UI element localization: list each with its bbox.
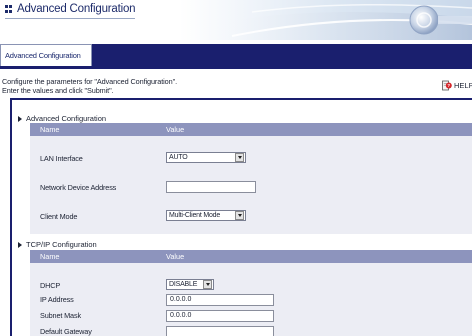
chevron-down-icon[interactable] (235, 153, 244, 162)
help-icon: ? (442, 80, 452, 91)
tab-advanced-configuration[interactable]: Advanced Configuration (0, 44, 92, 66)
page-description: Configure the parameters for "Advanced C… (2, 77, 302, 95)
column-name-header: Name (40, 252, 60, 261)
dhcp-label: DHCP (40, 281, 61, 290)
client-mode-select[interactable]: Multi-Client Mode (166, 210, 246, 221)
table-row: DHCP DISABLE (30, 279, 472, 292)
advanced-section-title: Advanced Configuration (18, 114, 106, 123)
client-mode-label: Client Mode (40, 212, 78, 221)
dhcp-select[interactable]: DISABLE (166, 279, 214, 290)
lan-interface-label: LAN Interface (40, 154, 83, 163)
table-row: Client Mode Multi-Client Mode (30, 210, 472, 224)
tcpip-config-table: Name Value DHCP DISABLE IP Address 0.0.0… (30, 250, 472, 336)
grid-icon (5, 5, 13, 13)
column-name-header: Name (40, 125, 60, 134)
svg-text:?: ? (447, 83, 450, 88)
column-value-header: Value (166, 252, 185, 261)
lan-interface-select[interactable]: AUTO (166, 152, 246, 163)
table-row: Default Gateway (30, 326, 472, 336)
table-header: Name Value (30, 250, 472, 263)
table-row: Subnet Mask 0.0.0.0 (30, 310, 472, 323)
help-button[interactable]: ? HELP (442, 80, 472, 91)
subnet-mask-input[interactable]: 0.0.0.0 (166, 310, 274, 322)
network-device-address-label: Network Device Address (40, 183, 117, 192)
table-row: IP Address 0.0.0.0 (30, 294, 472, 307)
triangle-right-icon (18, 241, 22, 248)
tcpip-section-title: TCP/IP Configuration (18, 240, 97, 249)
default-gateway-label: Default Gateway (40, 327, 92, 336)
table-row: LAN Interface AUTO (30, 152, 472, 166)
advanced-config-table: Name Value LAN Interface AUTO Network De… (30, 123, 472, 234)
table-body: DHCP DISABLE IP Address 0.0.0.0 Subnet M… (30, 263, 472, 336)
table-header: Name Value (30, 123, 472, 136)
tab-underline (0, 66, 472, 69)
ip-address-input[interactable]: 0.0.0.0 (166, 294, 274, 306)
description-line-2: Enter the values and click "Submit". (2, 85, 114, 95)
network-device-address-input[interactable] (166, 181, 256, 193)
table-row: Network Device Address (30, 181, 472, 195)
triangle-right-icon (18, 115, 22, 122)
column-value-header: Value (166, 125, 185, 134)
default-gateway-input[interactable] (166, 326, 274, 336)
chevron-down-icon[interactable] (203, 280, 212, 289)
subnet-mask-label: Subnet Mask (40, 311, 81, 320)
top-banner: Advanced Configuration (0, 0, 472, 40)
title-underline (5, 18, 135, 19)
ip-address-label: IP Address (40, 295, 74, 304)
page-title: Advanced Configuration (5, 3, 136, 15)
chevron-down-icon[interactable] (235, 211, 244, 220)
table-body: LAN Interface AUTO Network Device Addres… (30, 136, 472, 234)
banner-decoration-icon (192, 3, 472, 40)
